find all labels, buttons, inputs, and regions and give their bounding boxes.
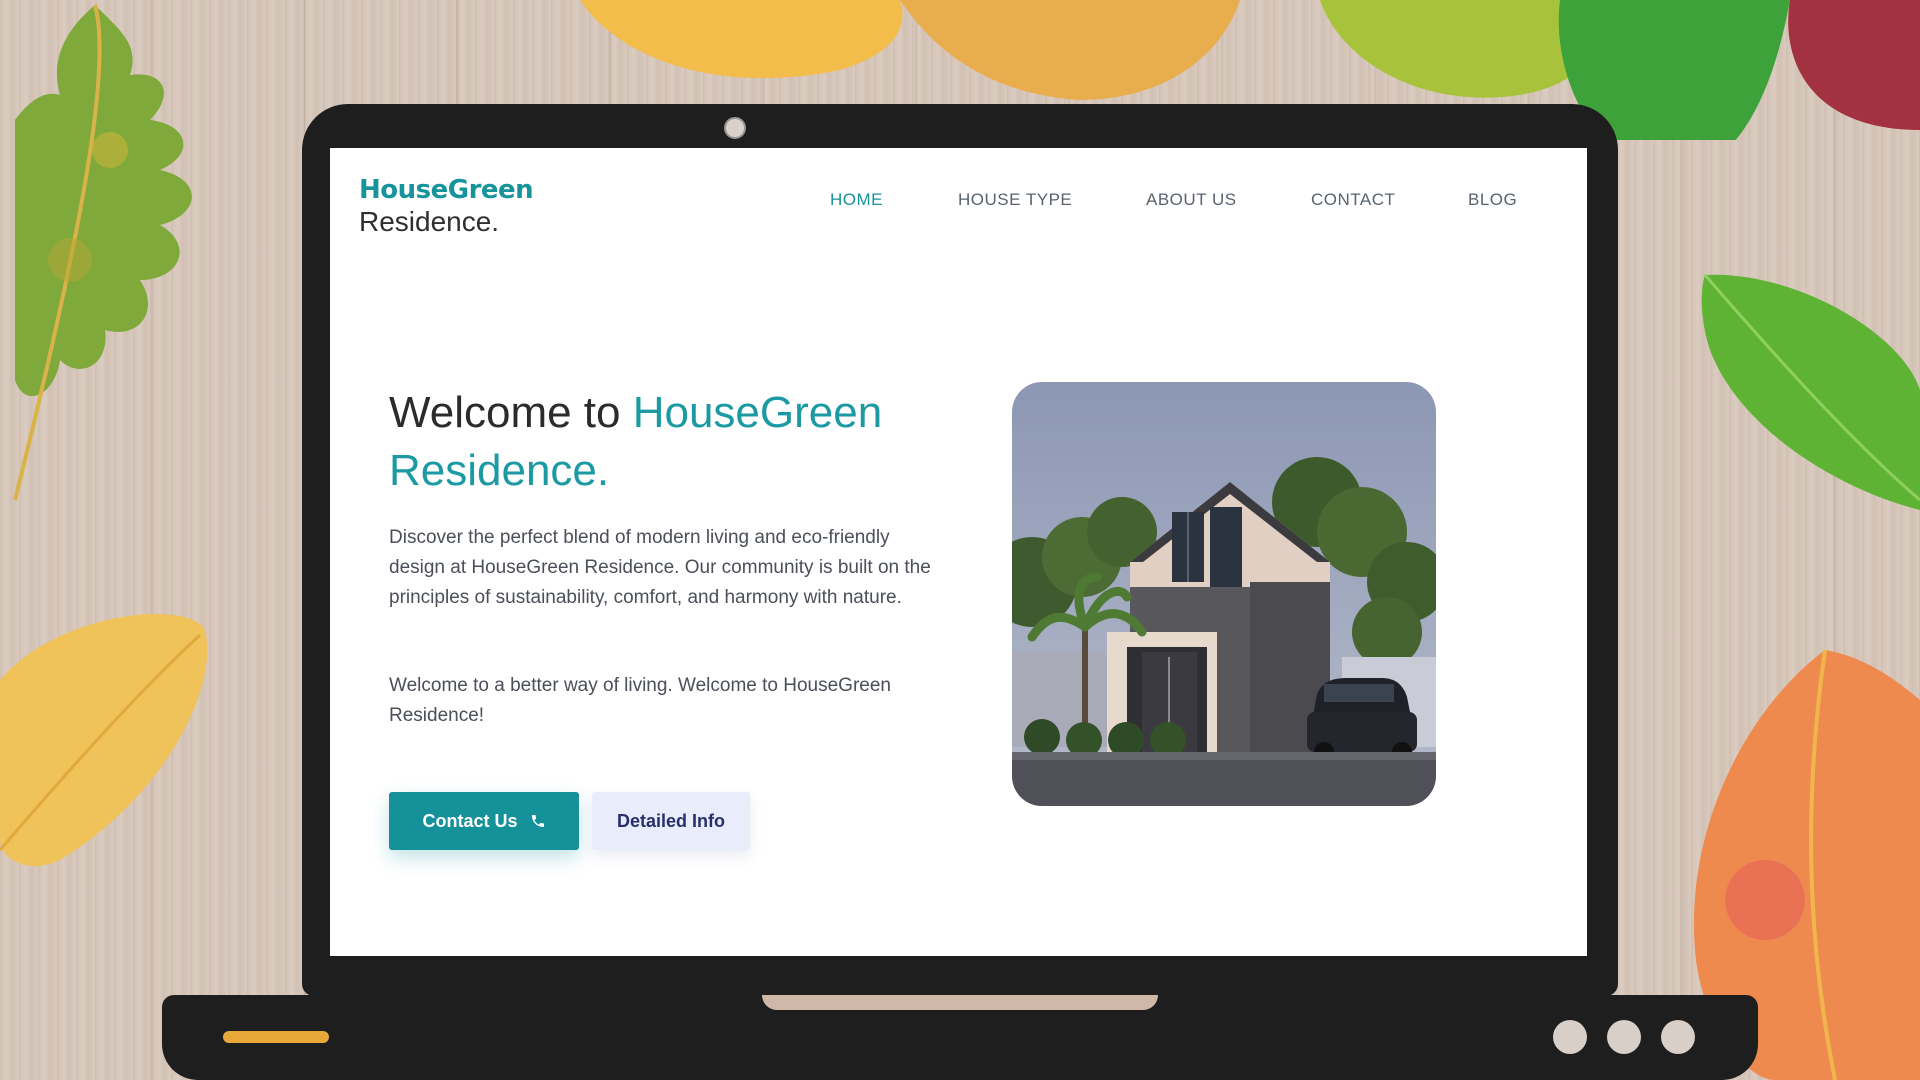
phone-icon [531, 815, 544, 827]
nav-item-blog[interactable]: BLOG [1468, 190, 1517, 210]
status-dot-1 [1553, 1020, 1587, 1054]
hero-description: Discover the perfect blend of modern liv… [389, 527, 931, 608]
oak-leaf-decoration [13, 4, 192, 501]
green-leaf-decoration [1701, 274, 1920, 510]
hero-title-prefix: Welcome to [389, 388, 633, 437]
hero-welcome-text: Welcome to a better way of living. Welco… [389, 675, 891, 726]
webcam-icon [724, 117, 746, 139]
status-dot-3 [1661, 1020, 1695, 1054]
nav-item-contact[interactable]: CONTACT [1311, 190, 1395, 210]
yellow-leaf-decoration [0, 614, 208, 867]
contact-us-label: Contact Us [422, 810, 518, 831]
nav-item-about-us[interactable]: ABOUT US [1146, 190, 1237, 210]
detailed-info-button[interactable]: Detailed Info [592, 792, 750, 850]
house-photo [1012, 382, 1436, 806]
nav-item-home[interactable]: HOME [830, 190, 883, 210]
main-navigation: HOME HOUSE TYPE ABOUT US CONTACT BLOG [330, 190, 1587, 214]
nav-item-house-type[interactable]: HOUSE TYPE [958, 190, 1072, 210]
laptop-notch [762, 995, 1158, 1010]
hero-title: Welcome to HouseGreen Residence. [389, 384, 949, 500]
laptop-screen: HouseGreen Residence. HOME HOUSE TYPE AB… [330, 148, 1587, 956]
power-light-indicator [223, 1031, 329, 1043]
contact-us-button[interactable]: Contact Us [389, 792, 579, 850]
status-dot-2 [1607, 1020, 1641, 1054]
